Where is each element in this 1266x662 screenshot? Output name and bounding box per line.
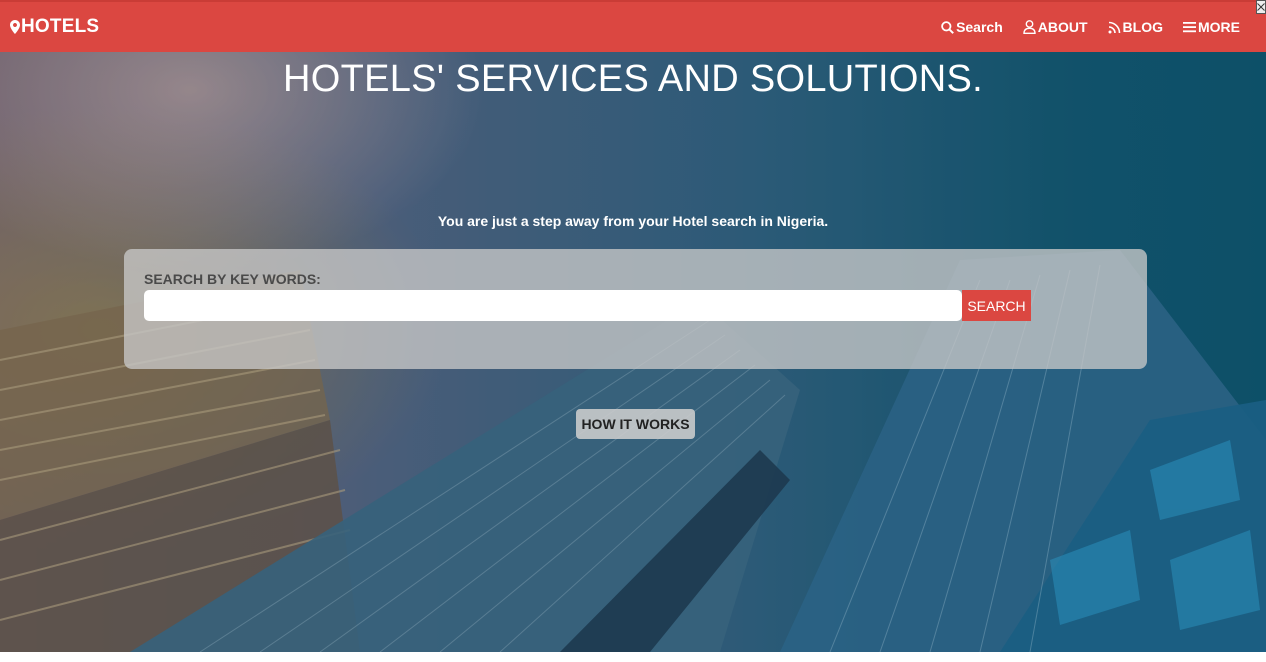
menu-icon bbox=[1183, 22, 1196, 33]
search-icon bbox=[941, 20, 954, 34]
nav-item-search-label: Search bbox=[956, 19, 1003, 35]
map-pin-icon bbox=[10, 20, 20, 34]
search-label: SEARCH BY KEY WORDS: bbox=[144, 271, 321, 287]
rss-icon bbox=[1108, 21, 1120, 33]
user-icon bbox=[1023, 20, 1036, 34]
page: HOTELS Search ABOUT BLOG MORE HOTELS' SE… bbox=[0, 0, 1266, 662]
nav-item-about-label: ABOUT bbox=[1037, 19, 1088, 35]
nav-item-more[interactable]: MORE bbox=[1183, 19, 1240, 35]
nav-item-search[interactable]: Search bbox=[941, 19, 1003, 35]
navbar: HOTELS Search ABOUT BLOG MORE bbox=[0, 2, 1266, 52]
nav-item-about[interactable]: ABOUT bbox=[1023, 19, 1088, 35]
search-button[interactable]: SEARCH bbox=[962, 290, 1031, 321]
close-icon[interactable] bbox=[1256, 0, 1266, 14]
nav-item-blog-label: BLOG bbox=[1122, 19, 1163, 35]
brand-logo[interactable]: HOTELS bbox=[10, 16, 99, 38]
nav-item-more-label: MORE bbox=[1198, 19, 1240, 35]
brand-name: HOTELS bbox=[21, 16, 100, 37]
search-panel: SEARCH BY KEY WORDS: SEARCH bbox=[124, 249, 1147, 369]
nav-item-blog[interactable]: BLOG bbox=[1108, 19, 1163, 35]
page-title: HOTELS' SERVICES AND SOLUTIONS. bbox=[282, 58, 984, 100]
tagline: You are just a step away from your Hotel… bbox=[437, 213, 829, 229]
nav-menu: Search ABOUT BLOG MORE bbox=[941, 19, 1240, 35]
how-it-works-button[interactable]: HOW IT WORKS bbox=[576, 409, 695, 439]
search-input[interactable] bbox=[144, 290, 962, 321]
close-x-icon bbox=[1257, 3, 1265, 11]
